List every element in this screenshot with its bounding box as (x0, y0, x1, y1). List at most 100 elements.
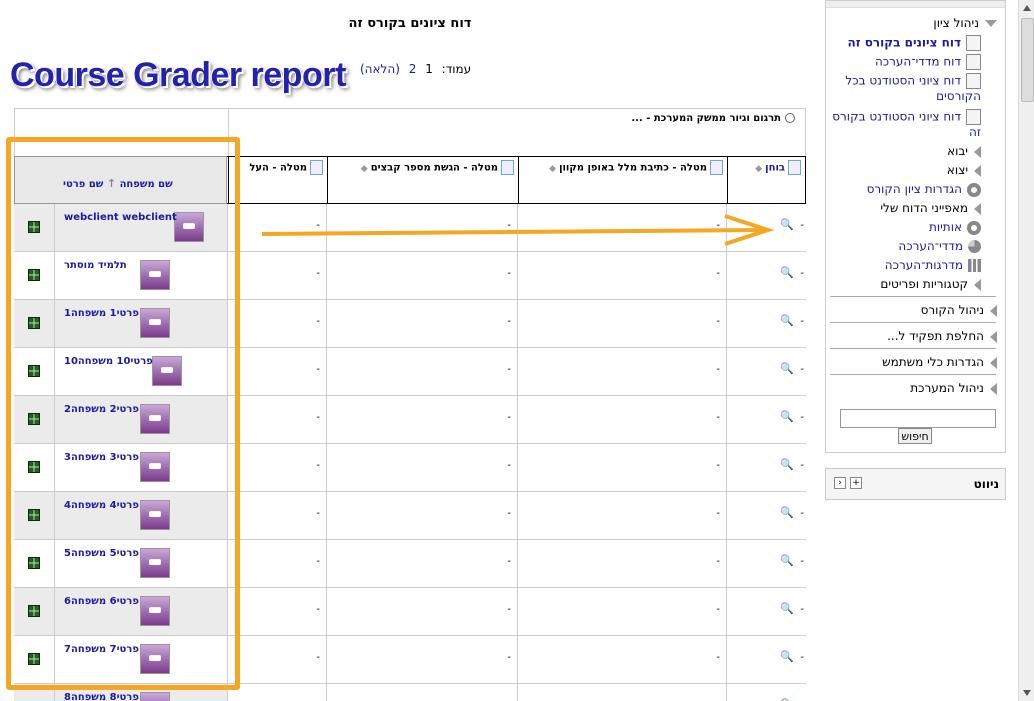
scroll-up-icon[interactable] (1023, 5, 1031, 11)
toggle-row[interactable]: תרגום וגיור ממשק המערכת - ... (631, 113, 795, 124)
next-page-link[interactable]: (הלאה) (360, 62, 400, 76)
nav-my-report-prefs[interactable]: מאפייני הדוח שלי (880, 201, 981, 215)
nav-course-grade-settings[interactable]: הגדרות ציון הקורס (867, 182, 981, 197)
grade-cell[interactable]: - (326, 588, 517, 635)
grade-cell[interactable]: 🔍- (726, 588, 806, 635)
grade-value: - (507, 412, 511, 423)
grade-cell[interactable]: 🔍- (726, 348, 806, 395)
column-header-assignment-files[interactable]: מטלה - הגשת מספר קבצים◆ (327, 157, 518, 203)
grade-cell[interactable]: - (517, 252, 726, 299)
magnifier-icon[interactable]: 🔍 (780, 218, 794, 231)
magnifier-icon[interactable]: 🔍 (780, 602, 794, 615)
grade-cell[interactable]: - (227, 588, 326, 635)
magnifier-icon[interactable]: 🔍 (780, 506, 794, 519)
column-header-label: מטלה - העל (249, 162, 307, 174)
nav-user-report-all[interactable]: דוח ציוני הסטודנט בכל הקורסים (831, 73, 981, 103)
magnifier-icon[interactable]: 🔍 (780, 266, 794, 279)
nav-site-admin[interactable]: ניהול המערכת (910, 381, 997, 395)
sort-icon[interactable]: ◆ (755, 164, 762, 174)
quiz-link[interactable]: בוחן (765, 163, 785, 174)
admin-block: ניהול ציון דוח ציונים בקורס זה דוח מדדי־… (825, 0, 1006, 453)
nav-grader-report[interactable]: דוח ציונים בקורס זה (848, 35, 981, 51)
grade-cell[interactable]: - (517, 588, 726, 635)
grade-cell[interactable]: - (227, 444, 326, 491)
grade-value: - (507, 364, 511, 375)
grade-cell[interactable]: - (326, 636, 517, 683)
grade-cell[interactable]: - (326, 300, 517, 347)
search-button[interactable]: חיפוש (898, 428, 932, 444)
sort-icon[interactable]: ◆ (549, 164, 556, 174)
grade-cell[interactable]: - (227, 300, 326, 347)
scroll-down-icon[interactable] (1023, 690, 1031, 696)
grade-cell[interactable]: - (326, 684, 517, 701)
column-header-quiz[interactable]: בוחן◆ (727, 157, 805, 203)
page-2-link[interactable]: 2 (409, 62, 417, 76)
student-name-link[interactable]: פרטי8 משפחה8 (64, 692, 139, 701)
nav-switch-role[interactable]: החלפת תפקיד ל... (887, 329, 997, 343)
sort-icon[interactable]: ◆ (361, 164, 368, 174)
avatar[interactable] (140, 692, 170, 701)
magnifier-icon[interactable]: 🔍 (780, 410, 794, 423)
grade-value: - (716, 412, 720, 423)
grade-cell[interactable]: 🔍- (726, 684, 806, 701)
grade-cell[interactable]: - (517, 636, 726, 683)
add-icon[interactable]: + (850, 477, 862, 489)
grade-cell[interactable]: 🔍- (726, 540, 806, 587)
nav-export[interactable]: יצוא (947, 163, 981, 177)
search-input[interactable] (840, 409, 996, 428)
nav-outcomes-report[interactable]: דוח מדדי־הערכה (875, 54, 981, 70)
grade-cell[interactable]: - (517, 444, 726, 491)
column-header-assignment-online[interactable]: מטלה - כתיבת מלל באופן מקוון◆ (518, 157, 727, 203)
collapsed-icon (990, 304, 997, 317)
grade-cell[interactable]: - (326, 396, 517, 443)
scrollbar[interactable] (1018, 0, 1034, 701)
grade-cell[interactable]: - (227, 684, 326, 701)
grade-cell[interactable]: - (517, 300, 726, 347)
grade-cell[interactable]: - (227, 252, 326, 299)
grade-cell[interactable]: - (227, 636, 326, 683)
magnifier-icon[interactable]: 🔍 (780, 458, 794, 471)
scroll-thumb[interactable] (1021, 18, 1034, 102)
column-header-assignment-upload[interactable]: מטלה - העל (228, 157, 327, 203)
grade-cell[interactable]: - (227, 492, 326, 539)
grade-cell[interactable]: - (517, 396, 726, 443)
assignment-icon (710, 160, 723, 175)
pie-chart-icon (968, 240, 981, 253)
grade-cell[interactable]: - (227, 348, 326, 395)
grade-cell[interactable]: 🔍- (726, 252, 806, 299)
nav-profile-settings[interactable]: הגדרות כלי משתמש (882, 355, 997, 369)
grade-cell[interactable]: - (326, 540, 517, 587)
grade-cell[interactable]: 🔍- (726, 636, 806, 683)
dock-icon[interactable]: › (834, 477, 846, 489)
grade-cell[interactable]: - (227, 396, 326, 443)
nav-grade-admin[interactable]: ניהול ציון (933, 16, 997, 30)
grade-cell[interactable]: - (517, 540, 726, 587)
grade-cell[interactable]: 🔍- (726, 444, 806, 491)
grade-cell[interactable]: - (517, 492, 726, 539)
nav-user-report-course[interactable]: דוח ציוני הסטודנט בקורס זה (831, 109, 981, 139)
grade-cell[interactable]: - (326, 492, 517, 539)
report-icon (966, 73, 981, 89)
grade-cell[interactable]: - (517, 348, 726, 395)
magnifier-icon[interactable]: 🔍 (780, 362, 794, 375)
nav-categories[interactable]: קטגוריות ופריטים (880, 277, 981, 291)
nav-scales[interactable]: מדרגות־הערכה (885, 258, 981, 272)
magnifier-icon[interactable]: 🔍 (780, 650, 794, 663)
paging-label: עמוד: (441, 62, 472, 76)
nav-letters[interactable]: אותיות (929, 220, 981, 235)
magnifier-icon[interactable]: 🔍 (780, 554, 794, 567)
radio-icon[interactable] (785, 113, 795, 123)
magnifier-icon[interactable]: 🔍 (780, 314, 794, 327)
nav-course-admin[interactable]: ניהול הקורס (921, 303, 997, 317)
grade-cell[interactable]: 🔍- (726, 396, 806, 443)
grade-cell[interactable]: 🔍- (726, 300, 806, 347)
grade-cell[interactable]: - (227, 540, 326, 587)
nav-import[interactable]: יבוא (947, 144, 981, 158)
grade-cell[interactable]: 🔍- (726, 492, 806, 539)
grade-value: - (716, 268, 720, 279)
grade-cell[interactable]: - (326, 444, 517, 491)
grade-cell[interactable]: - (326, 252, 517, 299)
nav-outcomes[interactable]: מדדי־הערכה (898, 239, 981, 253)
grade-cell[interactable]: - (326, 348, 517, 395)
grade-cell[interactable]: - (517, 684, 726, 701)
